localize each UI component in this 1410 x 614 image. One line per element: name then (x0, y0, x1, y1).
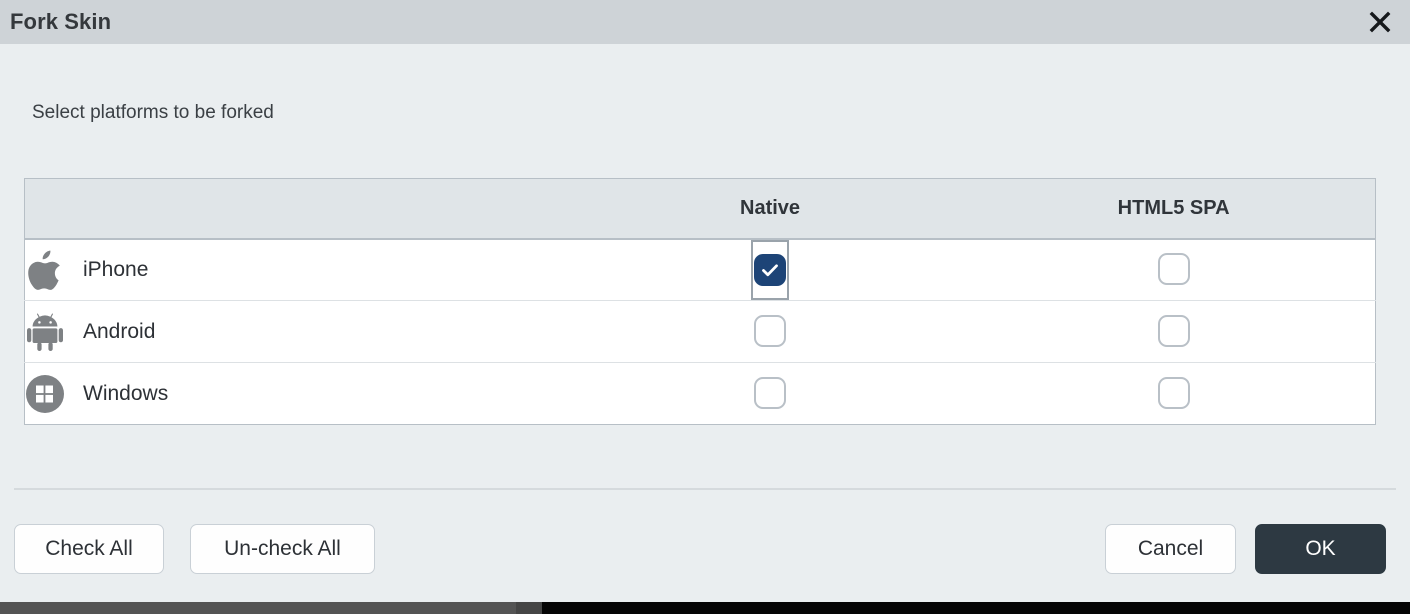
column-header-platform (24, 178, 568, 240)
footer-divider (14, 488, 1396, 490)
ok-button[interactable]: OK (1255, 524, 1386, 574)
close-icon (1369, 11, 1391, 33)
cell-platform: iPhone (25, 239, 568, 301)
platform-label: iPhone (83, 257, 149, 281)
check-icon (760, 260, 780, 280)
horizontal-scrollbar-thumb[interactable] (0, 602, 516, 614)
table-header-row: Native HTML5 SPA (24, 178, 1376, 240)
platform-label: Windows (83, 381, 169, 405)
checkbox-box (754, 253, 787, 286)
cell-platform: Android (24, 300, 568, 363)
platform-label: Android (83, 319, 156, 343)
apple-icon (25, 250, 65, 290)
checkbox-box (754, 376, 787, 409)
android-icon (25, 312, 65, 352)
close-button[interactable] (1362, 4, 1398, 40)
cell-html5-spa (972, 239, 1375, 301)
dialog-title: Fork Skin (10, 9, 112, 34)
dialog-subtitle: Select platforms to be forked (32, 102, 274, 123)
cell-native (567, 300, 973, 363)
column-header-html5-spa: HTML5 SPA (972, 178, 1376, 240)
checkbox-html5-iphone[interactable] (1155, 250, 1193, 288)
checkbox-box (1157, 314, 1190, 347)
table-row: Android (24, 300, 1376, 363)
checkbox-html5-android[interactable] (1155, 312, 1193, 350)
table-header: Native HTML5 SPA (24, 178, 1376, 240)
checkbox-native-windows[interactable] (751, 374, 789, 412)
column-header-native: Native (567, 178, 973, 240)
fork-skin-dialog: Fork Skin Select platforms to be forked … (0, 0, 1410, 614)
cell-platform: Windows (24, 362, 568, 425)
windows-icon (25, 374, 65, 414)
checkbox-native-iphone[interactable] (751, 239, 790, 300)
cell-html5-spa (972, 362, 1376, 425)
horizontal-scrollbar-thumb-end[interactable] (516, 602, 542, 614)
check-all-button[interactable]: Check All (14, 524, 164, 574)
cancel-button[interactable]: Cancel (1105, 524, 1236, 574)
platform-table: Native HTML5 SPA iPhone Android Windows (24, 178, 1376, 425)
uncheck-all-button[interactable]: Un-check All (190, 524, 375, 574)
dialog-titlebar: Fork Skin (0, 0, 1410, 44)
cell-html5-spa (972, 300, 1376, 363)
horizontal-scrollbar-track[interactable] (0, 602, 1410, 614)
checkbox-box (1157, 252, 1190, 285)
table-row: Windows (24, 362, 1376, 425)
checkbox-native-android[interactable] (751, 312, 789, 350)
checkbox-html5-windows[interactable] (1155, 374, 1193, 412)
checkbox-box (754, 314, 787, 347)
checkbox-box (1157, 376, 1190, 409)
cell-native (568, 239, 972, 301)
cell-native (567, 362, 973, 425)
dialog-body: Select platforms to be forked Native HTM… (0, 44, 1410, 600)
table-row: iPhone (25, 239, 1376, 301)
table-body: iPhone Android Windows (24, 239, 1376, 425)
